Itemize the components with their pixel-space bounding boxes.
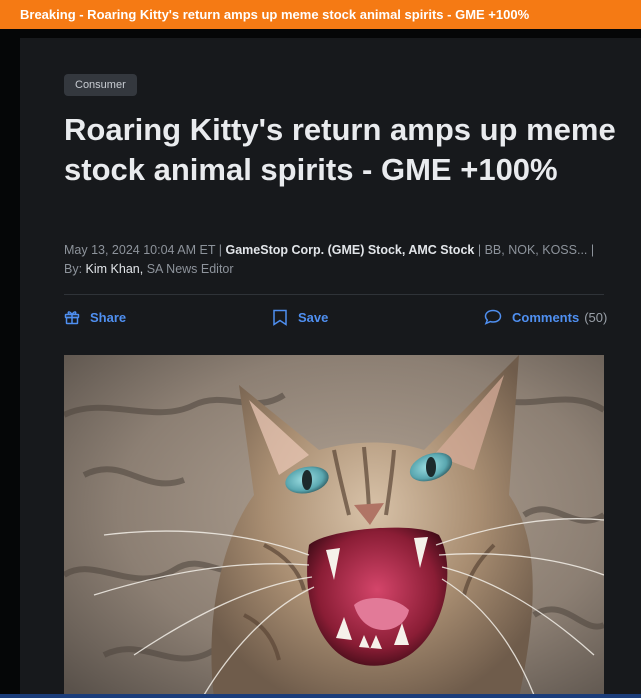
save-button[interactable]: Save xyxy=(272,307,328,327)
save-label[interactable]: Save xyxy=(298,310,328,325)
bottom-accent-line xyxy=(0,694,641,698)
bookmark-icon xyxy=(272,309,288,326)
left-gutter xyxy=(0,38,20,698)
meta-divider xyxy=(64,294,604,295)
comments-label[interactable]: Comments xyxy=(512,310,579,325)
banner-divider-strip xyxy=(0,29,641,38)
category-tag[interactable]: Consumer xyxy=(64,74,137,96)
hero-image xyxy=(64,355,604,698)
article-meta-line: May 13, 2024 10:04 AM ET | GameStop Corp… xyxy=(64,243,624,257)
breaking-news-text[interactable]: Breaking - Roaring Kitty's return amps u… xyxy=(20,7,529,22)
meta-separator: | xyxy=(477,243,482,257)
comments-button[interactable]: Comments (50) xyxy=(484,307,607,327)
gift-icon xyxy=(64,309,80,325)
byline-label: By: xyxy=(64,262,83,276)
publish-datetime: May 13, 2024 10:04 AM ET xyxy=(64,243,216,257)
comments-count: (50) xyxy=(584,309,608,325)
author-role: SA News Editor xyxy=(146,262,234,276)
byline: By: Kim Khan, SA News Editor xyxy=(64,262,624,276)
cat-photo-illustration xyxy=(64,355,604,698)
other-tickers-link[interactable]: BB, NOK, KOSS... xyxy=(485,243,588,257)
article-card: Consumer Roaring Kitty's return amps up … xyxy=(20,38,641,698)
share-button[interactable]: Share xyxy=(64,307,126,327)
article-headline: Roaring Kitty's return amps up meme stoc… xyxy=(64,112,616,187)
author-link[interactable]: Kim Khan, xyxy=(86,262,144,276)
primary-tickers-link[interactable]: GameStop Corp. (GME) Stock, AMC Stock xyxy=(225,243,474,257)
meta-separator: | xyxy=(590,243,595,257)
meta-separator: | xyxy=(218,243,222,257)
share-label[interactable]: Share xyxy=(90,310,126,325)
comment-bubble-icon xyxy=(484,309,502,325)
breaking-news-banner[interactable]: Breaking - Roaring Kitty's return amps u… xyxy=(0,0,641,29)
